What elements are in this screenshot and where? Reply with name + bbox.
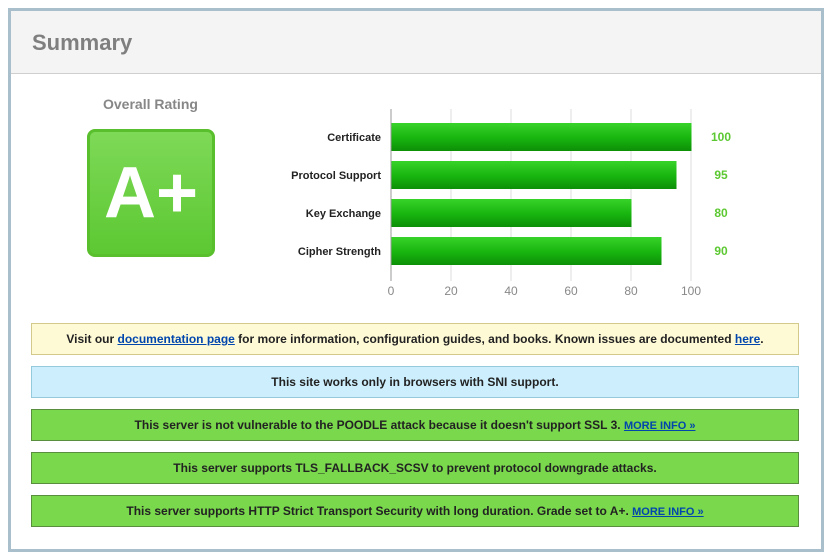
notice-text: for more information, configuration guid… bbox=[234, 332, 735, 346]
summary-header: Summary bbox=[11, 11, 821, 74]
notice-text: This server is not vulnerable to the POO… bbox=[134, 418, 624, 432]
more-info-link[interactable]: MORE INFO » bbox=[632, 506, 704, 518]
notice-green: This server supports HTTP Strict Transpo… bbox=[31, 495, 799, 527]
value-label: 90 bbox=[714, 244, 728, 258]
notice-blue: This site works only in browsers with SN… bbox=[31, 366, 799, 398]
category-label: Certificate bbox=[327, 132, 381, 144]
more-info-link[interactable]: MORE INFO » bbox=[624, 420, 696, 432]
bar-certificate bbox=[391, 123, 692, 151]
grade-text: A+ bbox=[103, 153, 199, 233]
notice-green: This server is not vulnerable to the POO… bbox=[31, 409, 799, 441]
category-label: Protocol Support bbox=[291, 170, 381, 182]
category-label: Key Exchange bbox=[306, 208, 381, 220]
x-tick-label: 80 bbox=[624, 284, 638, 298]
x-tick-label: 20 bbox=[444, 284, 458, 298]
bar-protocol-support bbox=[391, 161, 677, 189]
notice-text: . bbox=[760, 332, 764, 346]
notice-yellow: Visit our documentation page for more in… bbox=[31, 323, 799, 355]
value-label: 80 bbox=[714, 206, 728, 220]
value-label: 95 bbox=[714, 168, 728, 182]
notice-green: This server supports TLS_FALLBACK_SCSV t… bbox=[31, 452, 799, 484]
notice-text: This site works only in browsers with SN… bbox=[271, 375, 559, 389]
x-tick-label: 100 bbox=[681, 284, 701, 298]
notice-text: This server supports HTTP Strict Transpo… bbox=[126, 504, 633, 518]
rating-bar-chart: 0 20 40 60 80 100 Certificate 100 Protocol Suppo… bbox=[291, 109, 731, 298]
page-title: Summary bbox=[32, 30, 133, 55]
bar-key-exchange bbox=[391, 199, 632, 227]
value-label: 100 bbox=[711, 130, 731, 144]
notice-text: Visit our bbox=[66, 332, 118, 346]
category-label: Cipher Strength bbox=[298, 246, 381, 258]
x-tick-label: 0 bbox=[388, 284, 395, 298]
x-tick-label: 40 bbox=[504, 284, 518, 298]
notice-link[interactable]: here bbox=[735, 332, 760, 346]
overall-rating-label: Overall Rating bbox=[103, 96, 198, 112]
summary-panel: Summary Overall Rating A+ 0 20 40 60 80 100 Ce… bbox=[8, 8, 824, 552]
notice-text: This server supports TLS_FALLBACK_SCSV t… bbox=[173, 461, 657, 475]
grade-badge: A+ bbox=[87, 129, 215, 257]
bar-cipher-strength bbox=[391, 237, 662, 265]
notice-link[interactable]: documentation page bbox=[118, 332, 235, 346]
x-tick-label: 60 bbox=[564, 284, 578, 298]
